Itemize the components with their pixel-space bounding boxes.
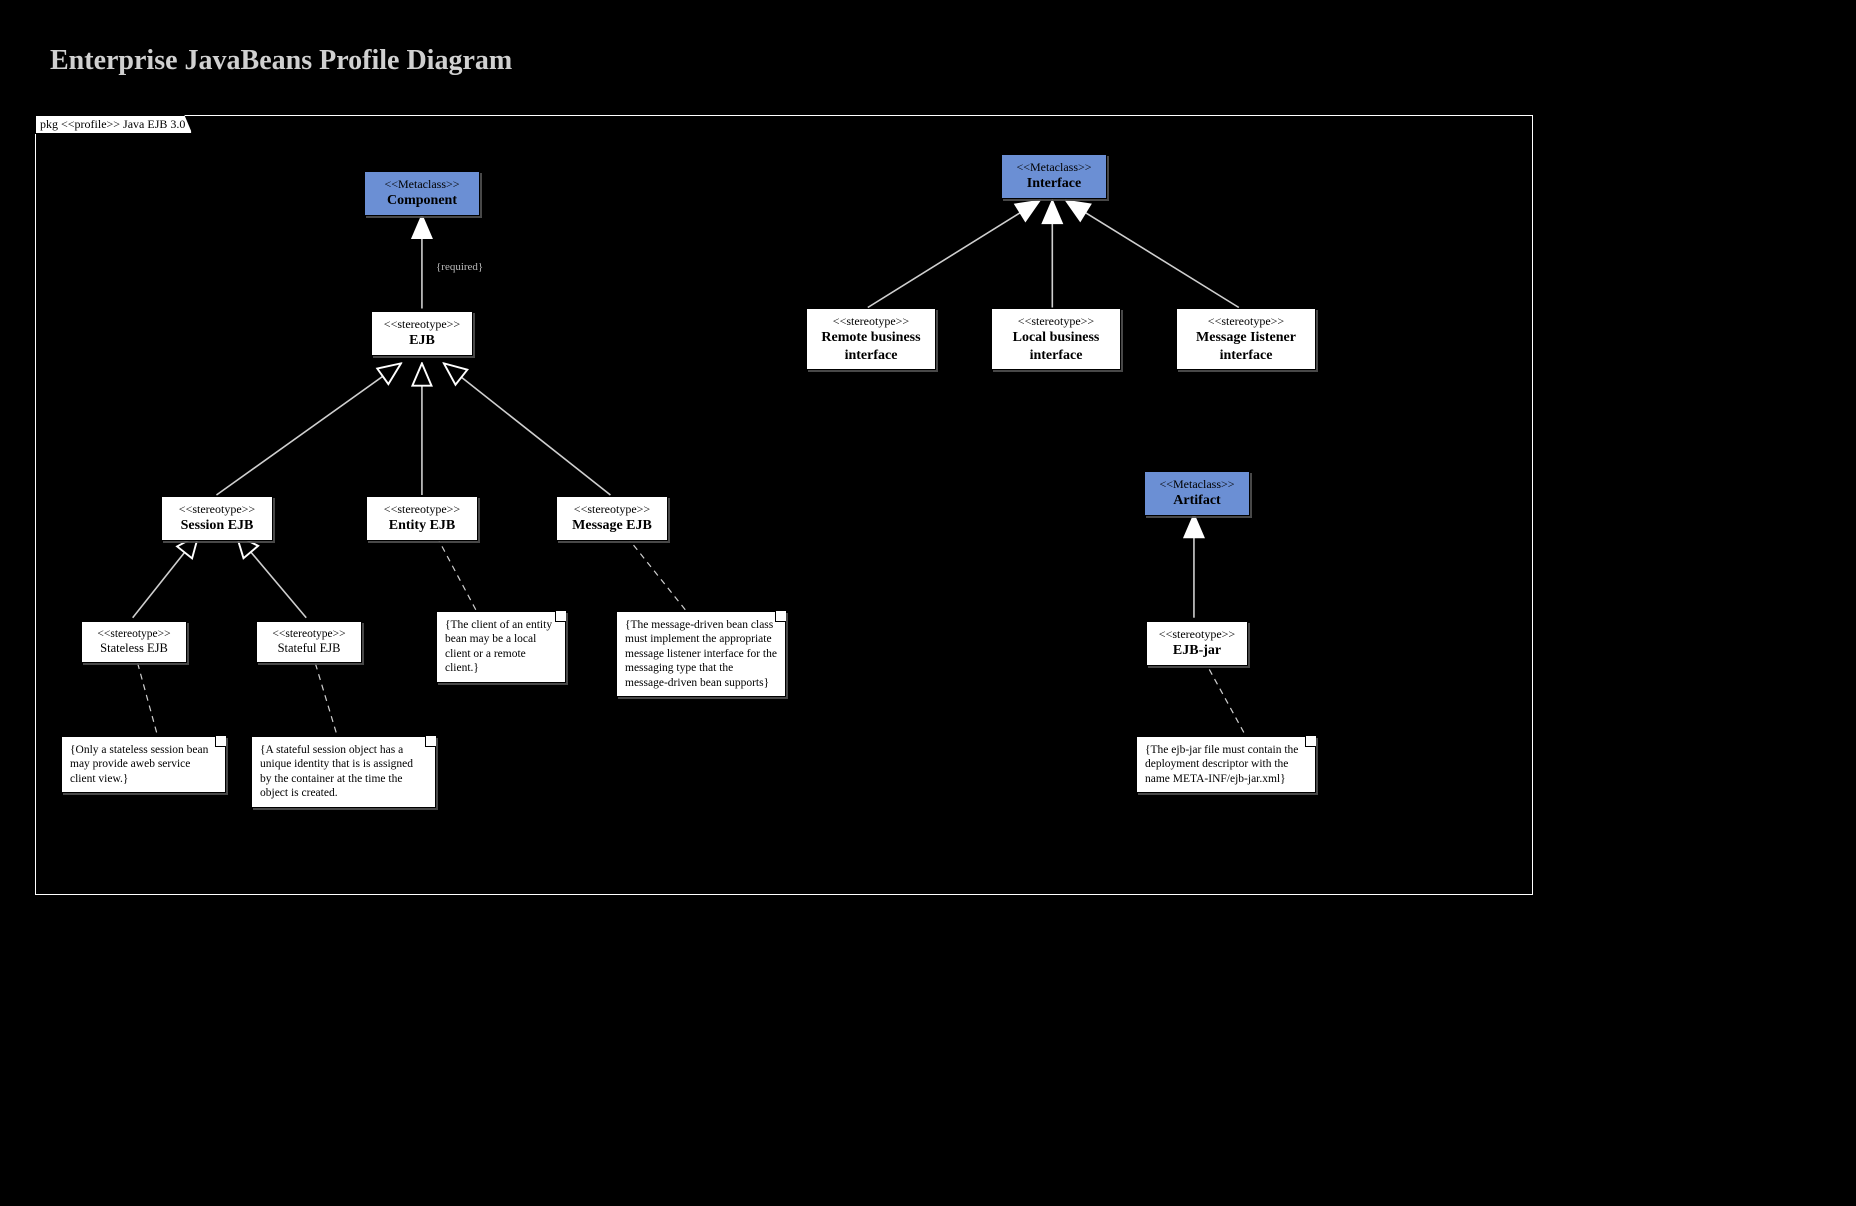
stereotype-label: <<stereotype>> [170,502,264,517]
class-name: Message Iistener interface [1185,329,1307,364]
stereotype-label: <<stereotype>> [380,317,464,332]
package-frame: pkg <<profile>> Java EJB 3.0 [35,115,1533,895]
class-name: Session EJB [170,517,264,535]
metaclass-interface: <<Metaclass>> Interface [1001,154,1107,199]
note-entity: {The client of an entity bean may be a l… [436,611,566,683]
stereotype-stateless-ejb: <<stereotype>> Stateless EJB [81,621,187,663]
stereotype-label: <<stereotype>> [265,627,353,641]
class-name: Stateless EJB [90,641,178,657]
class-name: EJB [380,332,464,350]
stereotype-label: <<stereotype>> [1185,314,1307,329]
stereotype-remote-business-interface: <<stereotype>> Remote business interface [806,308,936,370]
class-name: Remote business interface [815,329,927,364]
note-ejb-jar: {The ejb-jar file must contain the deplo… [1136,736,1316,793]
stereotype-entity-ejb: <<stereotype>> Entity EJB [366,496,478,541]
note-message: {The message-driven bean class must impl… [616,611,786,697]
required-constraint-label: {required} [436,261,483,273]
stereotype-stateful-ejb: <<stereotype>> Stateful EJB [256,621,362,663]
stereotype-label: <<stereotype>> [90,627,178,641]
package-header: pkg <<profile>> Java EJB 3.0 [35,115,192,134]
metaclass-component: <<Metaclass>> Component [364,171,480,216]
stereotype-label: <<Metaclass>> [373,177,471,192]
class-name: Message EJB [565,517,659,535]
stereotype-ejb: <<stereotype>> EJB [371,311,473,356]
class-name: Component [373,192,471,210]
note-stateful: {A stateful session object has a unique … [251,736,436,808]
class-name: Stateful EJB [265,641,353,657]
stereotype-message-ejb: <<stereotype>> Message EJB [556,496,668,541]
stereotype-local-business-interface: <<stereotype>> Local business interface [991,308,1121,370]
stereotype-label: <<Metaclass>> [1010,160,1098,175]
class-name: Local business interface [1000,329,1112,364]
stereotype-ejb-jar: <<stereotype>> EJB-jar [1146,621,1248,666]
class-name: Entity EJB [375,517,469,535]
note-stateless: {Only a stateless session bean may provi… [61,736,226,793]
stereotype-label: <<stereotype>> [565,502,659,517]
stereotype-message-listener-interface: <<stereotype>> Message Iistener interfac… [1176,308,1316,370]
class-name: EJB-jar [1155,642,1239,660]
stereotype-label: <<stereotype>> [375,502,469,517]
class-name: Artifact [1153,492,1241,510]
page-title: Enterprise JavaBeans Profile Diagram [50,45,512,77]
stereotype-label: <<Metaclass>> [1153,477,1241,492]
stereotype-label: <<stereotype>> [1000,314,1112,329]
stereotype-session-ejb: <<stereotype>> Session EJB [161,496,273,541]
stereotype-label: <<stereotype>> [1155,627,1239,642]
metaclass-artifact: <<Metaclass>> Artifact [1144,471,1250,516]
class-name: Interface [1010,175,1098,193]
stereotype-label: <<stereotype>> [815,314,927,329]
